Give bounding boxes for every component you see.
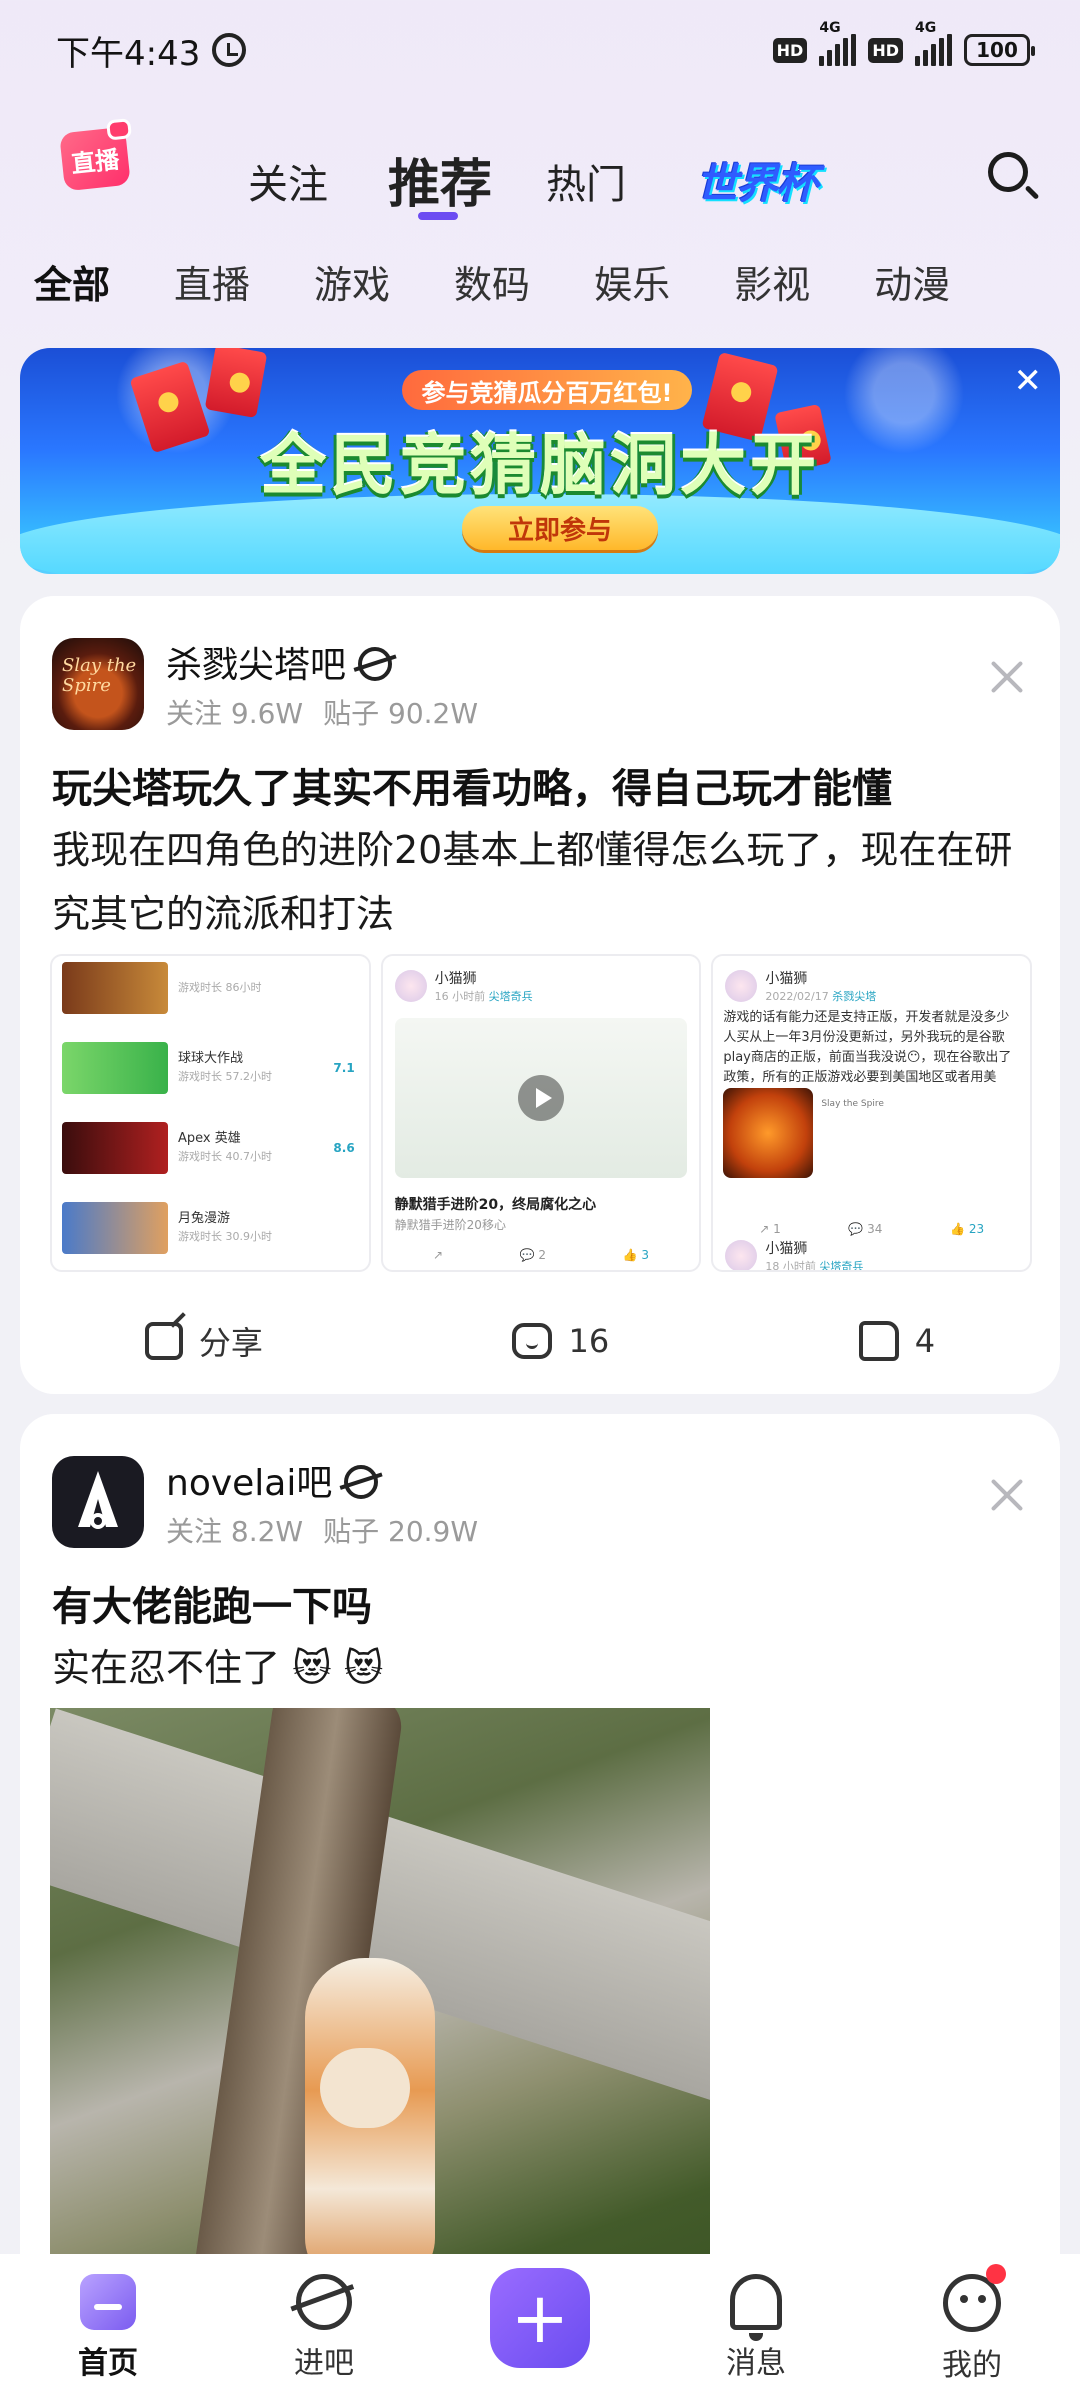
category-games[interactable]: 游戏 [314,254,390,309]
nav-home[interactable]: 首页 [48,2274,168,2382]
post-card[interactable]: novelai吧 关注 8.2W 贴子 20.9W 有大佬能跑一下吗 实在忍不住了… [20,1414,1060,2400]
status-bar: 下午4:43 HD 4G HD 4G 100 [0,0,1080,100]
like-button[interactable]: 4 [858,1321,935,1361]
status-time: 下午4:43 [56,26,247,75]
forum-globe-icon [358,647,393,681]
dismiss-icon[interactable] [990,1478,1024,1512]
forum-meta: 关注 8.2W 贴子 20.9W [166,1515,479,1548]
banner-close-icon[interactable]: ✕ [1014,364,1043,398]
nav-forums[interactable]: 进吧 [264,2274,384,2382]
share-button[interactable]: 分享 [144,1318,263,1364]
hd-badge: HD [772,37,808,63]
avatar [394,970,427,1002]
thumbs-up-icon [858,1321,899,1361]
post-card[interactable]: Slay the Spire 杀戮尖塔吧 关注 9.6W 贴子 90.2W 玩尖塔… [20,596,1060,1394]
category-nav: 全部 直播 游戏 数码 娱乐 影视 动漫 [34,254,950,309]
post-title[interactable]: 有大佬能跑一下吗 [52,1574,372,1632]
tab-following[interactable]: 关注 [248,152,328,210]
forum-name[interactable]: novelai吧 [166,1454,379,1506]
forum-globe-icon [344,1465,379,1499]
dismiss-icon[interactable] [990,660,1024,694]
hd-badge-2: HD [868,37,903,63]
nav-post-button[interactable]: + [480,2268,600,2368]
post-image-2[interactable]: 小猫狮 16 小时前 尖塔奇兵 静默猎手进阶20，终局腐化之心 静默猎手进阶20移… [380,954,702,1272]
post-actions: 分享 16 4 [20,1306,1060,1376]
home-icon [80,2274,136,2330]
plus-icon: + [490,2268,590,2368]
category-live[interactable]: 直播 [174,254,250,309]
top-nav: 直播 关注 推荐 热门 世界杯 [0,118,1080,230]
tab-hot[interactable]: 热门 [546,152,626,210]
forum-avatar[interactable]: Slay the Spire [52,638,144,730]
bottom-nav: 首页 进吧 + 消息 我的 [0,2254,1080,2400]
nav-profile[interactable]: 我的 [912,2264,1032,2384]
forum-name[interactable]: 杀戮尖塔吧 [166,636,393,688]
globe-icon [296,2274,352,2330]
signal-icon-2: 4G [915,20,952,66]
post-body[interactable]: 实在忍不住了 😻 😻 [52,1636,1042,1700]
post-image-1[interactable]: 游戏时长 86小时 球球大作战 游戏时长 57.2小时 7.1 Apex 英雄 游戏时… [50,954,371,1272]
battery-icon: 100 [964,34,1035,66]
comment-icon [512,1323,553,1359]
share-icon [144,1322,183,1360]
banner-join-button[interactable]: 立即参与 [462,506,658,550]
banner-headline: 全民竞猜脑洞大开 [260,427,820,504]
live-logo-button[interactable]: 直播 [59,118,133,192]
search-icon[interactable] [988,152,1028,192]
category-anime[interactable]: 动漫 [874,254,950,309]
clock-text: 下午4:43 [56,33,201,74]
forum-meta: 关注 9.6W 贴子 90.2W [166,697,479,730]
post-title[interactable]: 玩尖塔玩久了其实不用看功略，得自己玩才能懂 [52,756,892,814]
active-tab-indicator [418,212,458,220]
category-entertainment[interactable]: 娱乐 [594,254,670,309]
alarm-icon [212,33,247,67]
banner-subtitle: 参与竞猜瓜分百万红包! [402,370,692,410]
forum-avatar[interactable] [52,1456,144,1548]
category-film[interactable]: 影视 [734,254,810,309]
category-digital[interactable]: 数码 [454,254,530,309]
category-all[interactable]: 全部 [34,254,110,309]
worldcup-tab[interactable]: 世界杯 [696,150,818,211]
promo-banner[interactable]: 参与竞猜瓜分百万红包! 全民竞猜脑洞大开 立即参与 ✕ [20,348,1060,574]
signal-area: HD 4G HD 4G 100 [772,20,1035,66]
avatar [725,1240,758,1270]
tab-recommended[interactable]: 推荐 [388,142,492,217]
avatar [725,970,758,1002]
nav-messages[interactable]: 消息 [696,2274,816,2382]
post-body[interactable]: 我现在四角色的进阶20基本上都懂得怎么玩了，现在在研究其它的流派和打法 [52,818,1042,946]
post-images: 游戏时长 86小时 球球大作战 游戏时长 57.2小时 7.1 Apex 英雄 游戏时… [50,954,1033,1272]
post-image-3[interactable]: 小猫狮 2022/02/17 杀戮尖塔 游戏的话有能力还是支持正版，开发者就是没多… [711,954,1033,1272]
bell-icon [730,2274,782,2341]
signal-icon: 4G [819,20,857,66]
novelai-logo-icon [78,1471,118,1529]
notification-dot [986,2264,1006,2284]
play-icon[interactable] [518,1075,564,1121]
comment-button[interactable]: 16 [512,1322,609,1360]
